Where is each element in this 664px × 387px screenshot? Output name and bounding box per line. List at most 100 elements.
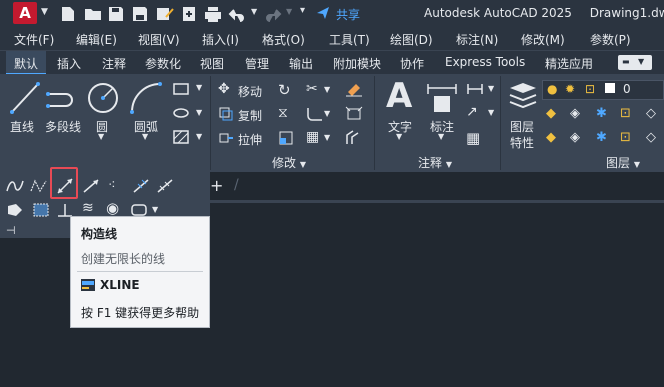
chevron-down-icon[interactable]: ▼: [196, 132, 202, 141]
redo-dropdown-icon[interactable]: ▼: [286, 7, 292, 25]
spline-fit-icon[interactable]: [6, 178, 24, 194]
layer-match-icon[interactable]: ◈: [570, 130, 580, 145]
hatch-icon[interactable]: [172, 130, 190, 144]
erase-icon[interactable]: [344, 80, 364, 98]
menu-modify[interactable]: 修改(M): [521, 31, 565, 48]
dimension-icon[interactable]: [424, 80, 460, 116]
trim-icon[interactable]: ✂: [306, 81, 318, 97]
tab-collaborate[interactable]: 协作: [400, 55, 424, 72]
layer-lock-icon[interactable]: ⊡: [620, 106, 631, 121]
open-folder-icon[interactable]: [84, 5, 102, 23]
donut-icon[interactable]: ◉: [106, 199, 119, 217]
tab-output[interactable]: 输出: [289, 55, 313, 72]
fillet-icon[interactable]: [306, 106, 324, 122]
polyline-button-label[interactable]: 多段线: [45, 118, 81, 135]
move-icon[interactable]: ✥: [218, 81, 230, 97]
array-icon[interactable]: ▦: [306, 129, 319, 145]
chevron-down-icon[interactable]: ▼: [152, 205, 158, 214]
undo-dropdown-icon[interactable]: ▼: [251, 7, 257, 25]
layer-dropdown[interactable]: ● ✹ ⊡ 0: [542, 80, 664, 100]
print-icon[interactable]: [204, 5, 222, 23]
menu-view[interactable]: 视图(V): [138, 31, 180, 48]
menu-draw[interactable]: 绘图(D): [390, 31, 433, 48]
tab-addins[interactable]: 附加模块: [333, 55, 381, 72]
chevron-down-icon[interactable]: ▼: [196, 108, 202, 117]
autocad-logo-button[interactable]: A: [13, 2, 37, 24]
customize-toolbar-icon[interactable]: ▾: [300, 5, 305, 23]
save-icon[interactable]: [108, 5, 124, 23]
stretch-button-label[interactable]: 拉伸: [238, 131, 262, 148]
layer-properties-label-line2[interactable]: 特性: [510, 134, 534, 151]
chevron-down-icon[interactable]: ▼: [396, 132, 402, 141]
chevron-down-icon[interactable]: ▼: [41, 7, 48, 17]
tab-featured-apps[interactable]: 精选应用: [545, 55, 593, 72]
line-icon[interactable]: [8, 80, 42, 116]
multiple-points-icon[interactable]: ⁖: [108, 178, 116, 193]
menu-parametric[interactable]: 参数(P): [590, 31, 631, 48]
drawing-canvas[interactable]: + /: [210, 172, 664, 387]
layer-walk-icon[interactable]: ◇: [646, 106, 656, 121]
tab-express-tools[interactable]: Express Tools: [445, 55, 525, 69]
measure-icon[interactable]: [156, 178, 174, 194]
tab-home[interactable]: 默认: [6, 51, 47, 75]
gradient-icon[interactable]: [32, 202, 50, 218]
chevron-down-icon[interactable]: ▼: [324, 109, 330, 118]
tab-parametric[interactable]: 参数化: [145, 55, 181, 72]
menu-insert[interactable]: 插入(I): [202, 31, 239, 48]
layer-properties-icon[interactable]: [506, 80, 540, 112]
text-icon[interactable]: A: [386, 76, 412, 116]
divide-icon[interactable]: [132, 178, 150, 194]
menu-edit[interactable]: 编辑(E): [76, 31, 117, 48]
chevron-down-icon[interactable]: ▼: [196, 83, 202, 92]
paper-plane-icon[interactable]: [316, 6, 330, 20]
copy-icon[interactable]: [218, 106, 234, 122]
leader-icon[interactable]: ↗: [466, 104, 478, 120]
tab-view[interactable]: 视图: [200, 55, 224, 72]
copy-button-label[interactable]: 复制: [238, 107, 262, 124]
pin-icon[interactable]: ⊣: [6, 224, 16, 237]
modify-panel-title[interactable]: 修改 ▼: [272, 154, 306, 171]
layers-panel-title[interactable]: 图层 ▼: [606, 154, 640, 171]
plot-edit-icon[interactable]: [156, 5, 174, 23]
line-button-label[interactable]: 直线: [10, 118, 34, 135]
arc-icon[interactable]: [128, 80, 164, 116]
scale-icon[interactable]: [278, 130, 294, 146]
chevron-down-icon[interactable]: ▼: [438, 132, 444, 141]
layer-merge-icon[interactable]: ◇: [646, 130, 656, 145]
stretch-icon[interactable]: [218, 130, 234, 146]
mirror-icon[interactable]: ⧖: [278, 105, 288, 121]
layer-properties-label-line1[interactable]: 图层: [510, 118, 534, 135]
menu-format[interactable]: 格式(O): [262, 31, 305, 48]
explode-icon[interactable]: [344, 105, 364, 123]
menu-tools[interactable]: 工具(T): [329, 31, 370, 48]
3d-polyline-icon[interactable]: ≋: [82, 200, 94, 216]
tab-annotate[interactable]: 注释: [102, 55, 126, 72]
save-as-icon[interactable]: [132, 5, 148, 23]
offset-icon[interactable]: [344, 129, 364, 147]
move-button-label[interactable]: 移动: [238, 83, 262, 100]
menu-file[interactable]: 文件(F): [14, 31, 54, 48]
redo-icon[interactable]: [264, 5, 282, 23]
region-icon[interactable]: [6, 202, 24, 218]
layer-freeze-icon[interactable]: ✱: [596, 106, 607, 121]
tab-manage[interactable]: 管理: [245, 55, 269, 72]
layer-isolate-icon[interactable]: ◈: [570, 106, 580, 121]
spline-cv-icon[interactable]: [30, 178, 48, 194]
ellipse-icon[interactable]: [172, 106, 190, 120]
layer-unlock-icon[interactable]: ⊡: [620, 130, 631, 145]
new-file-icon[interactable]: [60, 5, 76, 23]
ray-icon[interactable]: [82, 178, 100, 194]
new-drawing-tab-icon[interactable]: +: [210, 176, 223, 195]
circle-icon[interactable]: [86, 80, 120, 116]
rectangle-icon[interactable]: [172, 82, 190, 96]
layer-thaw-icon[interactable]: ✱: [596, 130, 607, 145]
chevron-down-icon[interactable]: ▼: [324, 133, 330, 142]
linear-dim-icon[interactable]: [466, 82, 484, 96]
polyline-icon[interactable]: [44, 80, 80, 116]
share-button[interactable]: 共享: [336, 6, 360, 23]
share-file-icon[interactable]: [182, 5, 196, 23]
annotation-panel-title[interactable]: 注释 ▼: [418, 154, 452, 171]
table-icon[interactable]: ▦: [466, 129, 480, 147]
rotate-icon[interactable]: ↻: [278, 81, 291, 99]
menu-dimension[interactable]: 标注(N): [456, 31, 498, 48]
